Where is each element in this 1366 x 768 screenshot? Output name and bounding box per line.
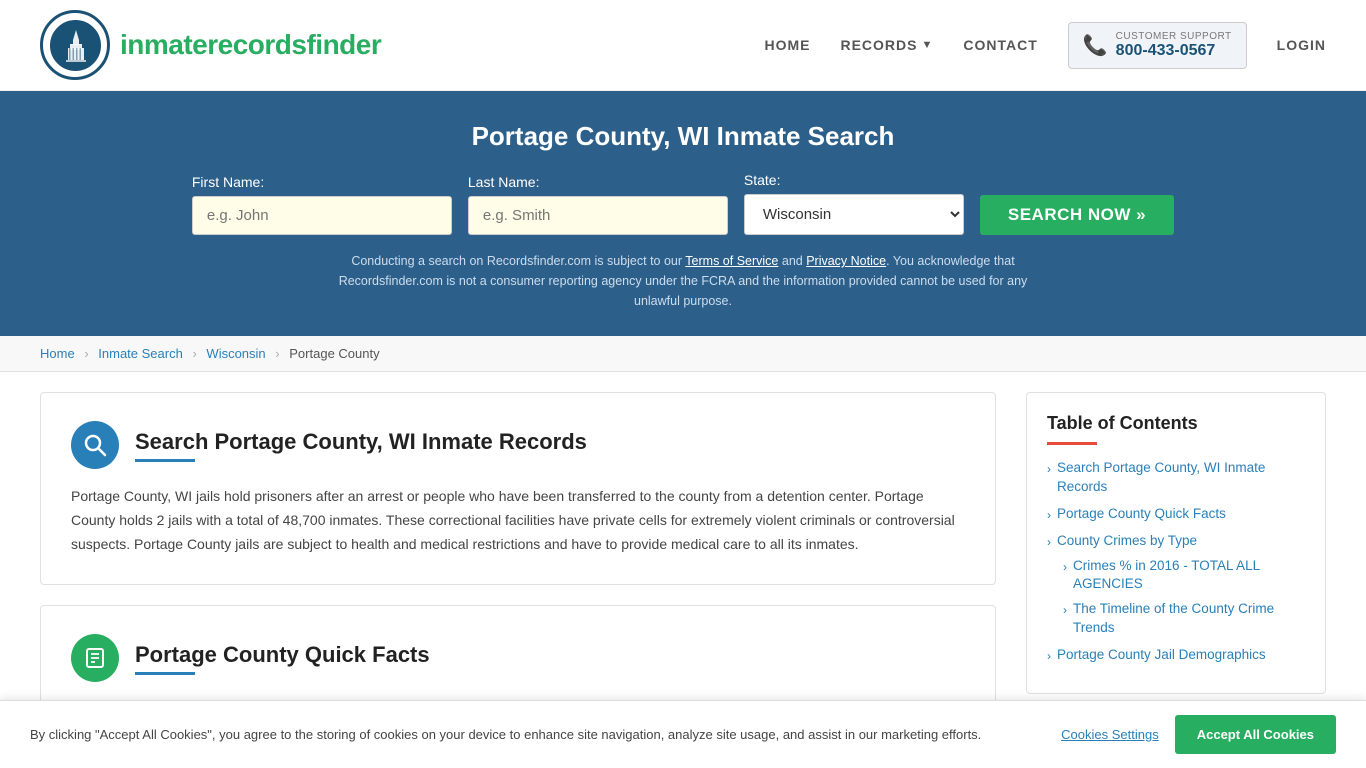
search-form: First Name: Last Name: State: AlabamaAla… [40, 172, 1326, 235]
toc-item-3: › County Crimes by Type › Crimes % in 20… [1047, 532, 1305, 638]
toc-link-3[interactable]: › County Crimes by Type [1047, 532, 1305, 551]
privacy-link[interactable]: Privacy Notice [806, 254, 886, 268]
chevron-right-icon-4: › [1047, 648, 1051, 665]
disclaimer-text: Conducting a search on Recordsfinder.com… [333, 251, 1033, 311]
accept-cookies-button[interactable]: Accept All Cookies [1175, 715, 1336, 754]
nav-records-label: RECORDS [840, 37, 917, 53]
last-name-group: Last Name: [468, 174, 728, 235]
toc-item-4: › Portage County Jail Demographics [1047, 646, 1305, 665]
support-label: CUSTOMER SUPPORT [1116, 31, 1232, 42]
toc-underline [1047, 442, 1097, 445]
toc-link-4[interactable]: › Portage County Jail Demographics [1047, 646, 1305, 665]
main-content: Search Portage County, WI Inmate Records… [0, 372, 1366, 729]
section2-title: Portage County Quick Facts [135, 642, 430, 668]
toc-title: Table of Contents [1047, 413, 1305, 434]
tos-link[interactable]: Terms of Service [685, 254, 778, 268]
toc-label-2: Portage County Quick Facts [1057, 505, 1226, 524]
toc-sublist-3: › Crimes % in 2016 - TOTAL ALL AGENCIES … [1063, 557, 1305, 639]
state-select[interactable]: AlabamaAlaskaArizonaArkansasCaliforniaCo… [744, 194, 964, 235]
toc-subitem-3-2: › The Timeline of the County Crime Trend… [1063, 600, 1305, 638]
support-info: CUSTOMER SUPPORT 800-433-0567 [1116, 31, 1232, 60]
state-group: State: AlabamaAlaskaArizonaArkansasCalif… [744, 172, 964, 235]
section2-header: Portage County Quick Facts [71, 634, 965, 682]
toc-sublink-3-2[interactable]: › The Timeline of the County Crime Trend… [1063, 600, 1305, 638]
search-banner: Portage County, WI Inmate Search First N… [0, 91, 1366, 336]
inmate-records-section: Search Portage County, WI Inmate Records… [40, 392, 996, 585]
breadcrumb-sep-1: › [84, 346, 88, 361]
site-header: inmaterecordsfinder HOME RECORDS ▼ CONTA… [0, 0, 1366, 91]
section1-text: Portage County, WI jails hold prisoners … [71, 485, 965, 556]
content-left: Search Portage County, WI Inmate Records… [40, 392, 1026, 709]
section1-header: Search Portage County, WI Inmate Records [71, 421, 965, 469]
toc-sublink-3-1[interactable]: › Crimes % in 2016 - TOTAL ALL AGENCIES [1063, 557, 1305, 595]
sidebar: Table of Contents › Search Portage Count… [1026, 392, 1326, 709]
customer-support-box: 📞 CUSTOMER SUPPORT 800-433-0567 [1068, 22, 1247, 69]
logo-dark-text: inmaterecords [120, 29, 306, 60]
table-of-contents: Table of Contents › Search Portage Count… [1026, 392, 1326, 694]
chevron-down-icon: ▼ [921, 39, 933, 51]
logo-accent-text: finder [306, 29, 381, 60]
nav-home[interactable]: HOME [764, 37, 810, 53]
chevron-right-icon-3: › [1047, 534, 1051, 551]
cookie-text: By clicking "Accept All Cookies", you ag… [30, 725, 1041, 745]
logo-text: inmaterecordsfinder [120, 29, 381, 61]
section2-title-underline [135, 672, 195, 675]
breadcrumb-county: Portage County [289, 346, 379, 361]
breadcrumb-sep-2: › [192, 346, 196, 361]
toc-list: › Search Portage County, WI Inmate Recor… [1047, 459, 1305, 665]
toc-sublabel-3-2: The Timeline of the County Crime Trends [1073, 600, 1305, 638]
chevron-right-icon-3-2: › [1063, 602, 1067, 619]
first-name-label: First Name: [192, 174, 264, 190]
section2-title-block: Portage County Quick Facts [135, 642, 430, 675]
quick-facts-section: Portage County Quick Facts [40, 605, 996, 709]
section1-body: Portage County, WI jails hold prisoners … [71, 485, 965, 556]
nav-records[interactable]: RECORDS ▼ [840, 37, 933, 53]
search-icon-circle [71, 421, 119, 469]
nav-contact[interactable]: CONTACT [963, 37, 1037, 53]
cookies-settings-button[interactable]: Cookies Settings [1061, 727, 1159, 742]
last-name-label: Last Name: [468, 174, 540, 190]
breadcrumb-sep-3: › [275, 346, 279, 361]
breadcrumb-inmate-search[interactable]: Inmate Search [98, 346, 183, 361]
cookie-actions: Cookies Settings Accept All Cookies [1061, 715, 1336, 754]
search-button[interactable]: SEARCH NOW » [980, 195, 1174, 235]
breadcrumb-home[interactable]: Home [40, 346, 75, 361]
breadcrumb-state[interactable]: Wisconsin [206, 346, 265, 361]
logo-icon [40, 10, 110, 80]
section1-title-underline [135, 459, 195, 462]
state-label: State: [744, 172, 781, 188]
facts-icon-circle [71, 634, 119, 682]
section1-title: Search Portage County, WI Inmate Records [135, 429, 587, 455]
main-nav: HOME RECORDS ▼ CONTACT 📞 CUSTOMER SUPPOR… [764, 22, 1326, 69]
toc-item-1: › Search Portage County, WI Inmate Recor… [1047, 459, 1305, 497]
toc-label-3: County Crimes by Type [1057, 532, 1197, 551]
page-title: Portage County, WI Inmate Search [40, 121, 1326, 152]
first-name-group: First Name: [192, 174, 452, 235]
toc-item-2: › Portage County Quick Facts [1047, 505, 1305, 524]
logo-area: inmaterecordsfinder [40, 10, 381, 80]
phone-icon: 📞 [1083, 33, 1108, 58]
breadcrumb: Home › Inmate Search › Wisconsin › Porta… [0, 336, 1366, 372]
first-name-input[interactable] [192, 196, 452, 235]
toc-subitem-3-1: › Crimes % in 2016 - TOTAL ALL AGENCIES [1063, 557, 1305, 595]
toc-link-1[interactable]: › Search Portage County, WI Inmate Recor… [1047, 459, 1305, 497]
toc-label-4: Portage County Jail Demographics [1057, 646, 1266, 665]
nav-login[interactable]: LOGIN [1277, 37, 1326, 53]
chevron-right-icon-3-1: › [1063, 559, 1067, 576]
toc-sublabel-3-1: Crimes % in 2016 - TOTAL ALL AGENCIES [1073, 557, 1305, 595]
cookie-banner: By clicking "Accept All Cookies", you ag… [0, 700, 1366, 768]
chevron-right-icon-2: › [1047, 507, 1051, 524]
support-phone: 800-433-0567 [1116, 42, 1232, 60]
last-name-input[interactable] [468, 196, 728, 235]
chevron-right-icon-1: › [1047, 461, 1051, 478]
toc-link-2[interactable]: › Portage County Quick Facts [1047, 505, 1305, 524]
section1-title-block: Search Portage County, WI Inmate Records [135, 429, 587, 462]
toc-label-1: Search Portage County, WI Inmate Records [1057, 459, 1305, 497]
